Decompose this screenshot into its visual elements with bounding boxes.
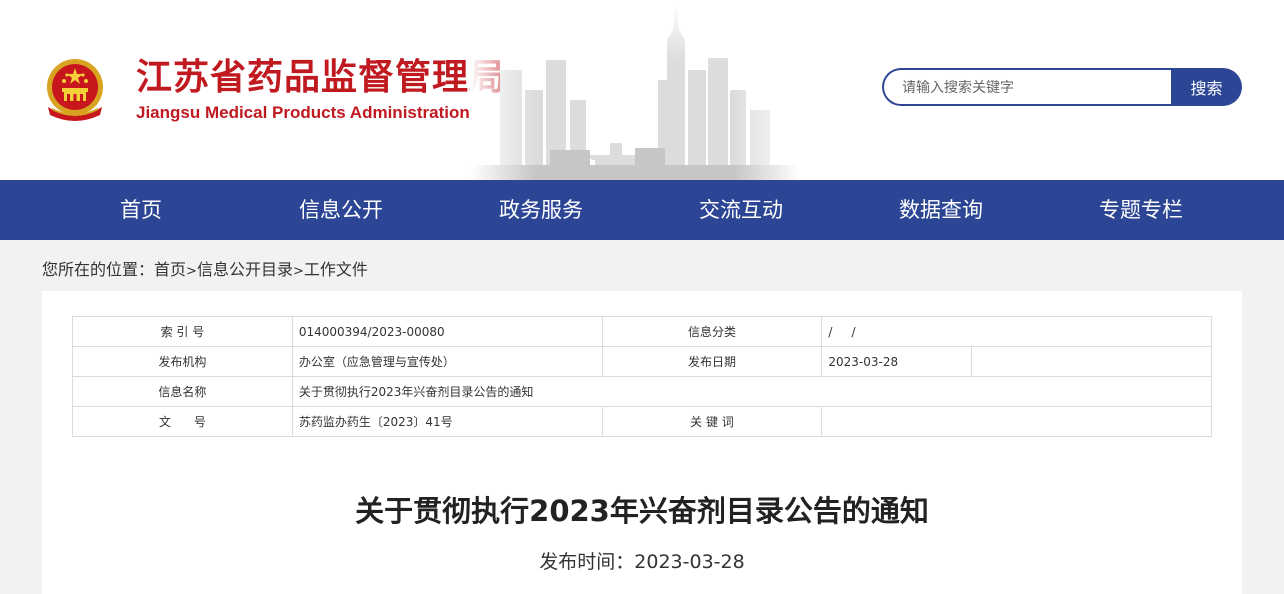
site-title-en[interactable]: Jiangsu Medical Products Administration [136,103,470,123]
org-value: 办公室（应急管理与宣传处） [291,346,603,377]
city-skyline-decoration [470,0,800,180]
docno-label: 文 号 [72,406,293,437]
breadcrumb-link-work-docs[interactable]: 工作文件 [304,260,368,279]
main-nav: 首页 信息公开 政务服务 交流互动 数据查询 专题专栏 [0,180,1284,240]
name-value: 关于贯彻执行2023年兴奋剂目录公告的通知 [291,376,1213,407]
nav-item-gov-services[interactable]: 政务服务 [441,180,641,240]
table-row: 文 号 苏药监办药生〔2023〕41号 关 键 词 [72,406,1212,437]
search-button[interactable]: 搜索 [1171,68,1242,106]
nav-item-special-topics[interactable]: 专题专栏 [1041,180,1241,240]
breadcrumb: 您所在的位置：首页>信息公开目录>工作文件 [0,240,1284,291]
keyword-label: 关 键 词 [601,406,823,437]
article-title: 关于贯彻执行2023年兴奋剂目录公告的通知 [355,494,929,528]
national-emblem-icon[interactable] [42,57,108,125]
search-input[interactable] [882,68,1192,106]
breadcrumb-separator: > [186,264,197,279]
date-label: 发布日期 [601,346,823,377]
table-row: 发布机构 办公室（应急管理与宣传处） 发布日期 2023-03-28 [72,346,1212,377]
breadcrumb-link-home[interactable]: 首页 [154,260,186,279]
search-box: 搜索 [882,68,1242,106]
nav-item-data-query[interactable]: 数据查询 [841,180,1041,240]
nav-item-home[interactable]: 首页 [41,180,241,240]
org-label: 发布机构 [72,346,293,377]
nav-item-interaction[interactable]: 交流互动 [641,180,841,240]
table-row: 信息名称 关于贯彻执行2023年兴奋剂目录公告的通知 [72,376,1213,407]
document-meta-table: 索 引 号 014000394/2023-00080 信息分类 / / 发布机构… [72,316,1213,437]
publish-date: 发布时间：2023-03-28 [539,551,745,573]
site-title-cn[interactable]: 江苏省药品监督管理局 [136,56,506,100]
index-value: 014000394/2023-00080 [291,316,603,347]
breadcrumb-separator: > [292,264,304,279]
breadcrumb-link-info-catalog[interactable]: 信息公开目录 [197,260,293,279]
table-row: 索 引 号 014000394/2023-00080 信息分类 / / [72,316,1212,347]
index-label: 索 引 号 [72,316,293,347]
keyword-value [821,406,1212,437]
breadcrumb-prefix: 您所在的位置： [42,260,155,279]
docno-value: 苏药监办药生〔2023〕41号 [291,406,603,437]
content-panel: 索 引 号 014000394/2023-00080 信息分类 / / 发布机构… [42,291,1242,594]
site-header: 江苏省药品监督管理局 Jiangsu Medical Products Admi… [0,0,1284,180]
empty-cell [971,346,1212,377]
category-value: / / [821,316,1212,347]
nav-item-info-disclosure[interactable]: 信息公开 [241,180,441,240]
name-label: 信息名称 [72,376,293,407]
category-label: 信息分类 [601,316,823,347]
date-value: 2023-03-28 [821,346,973,377]
